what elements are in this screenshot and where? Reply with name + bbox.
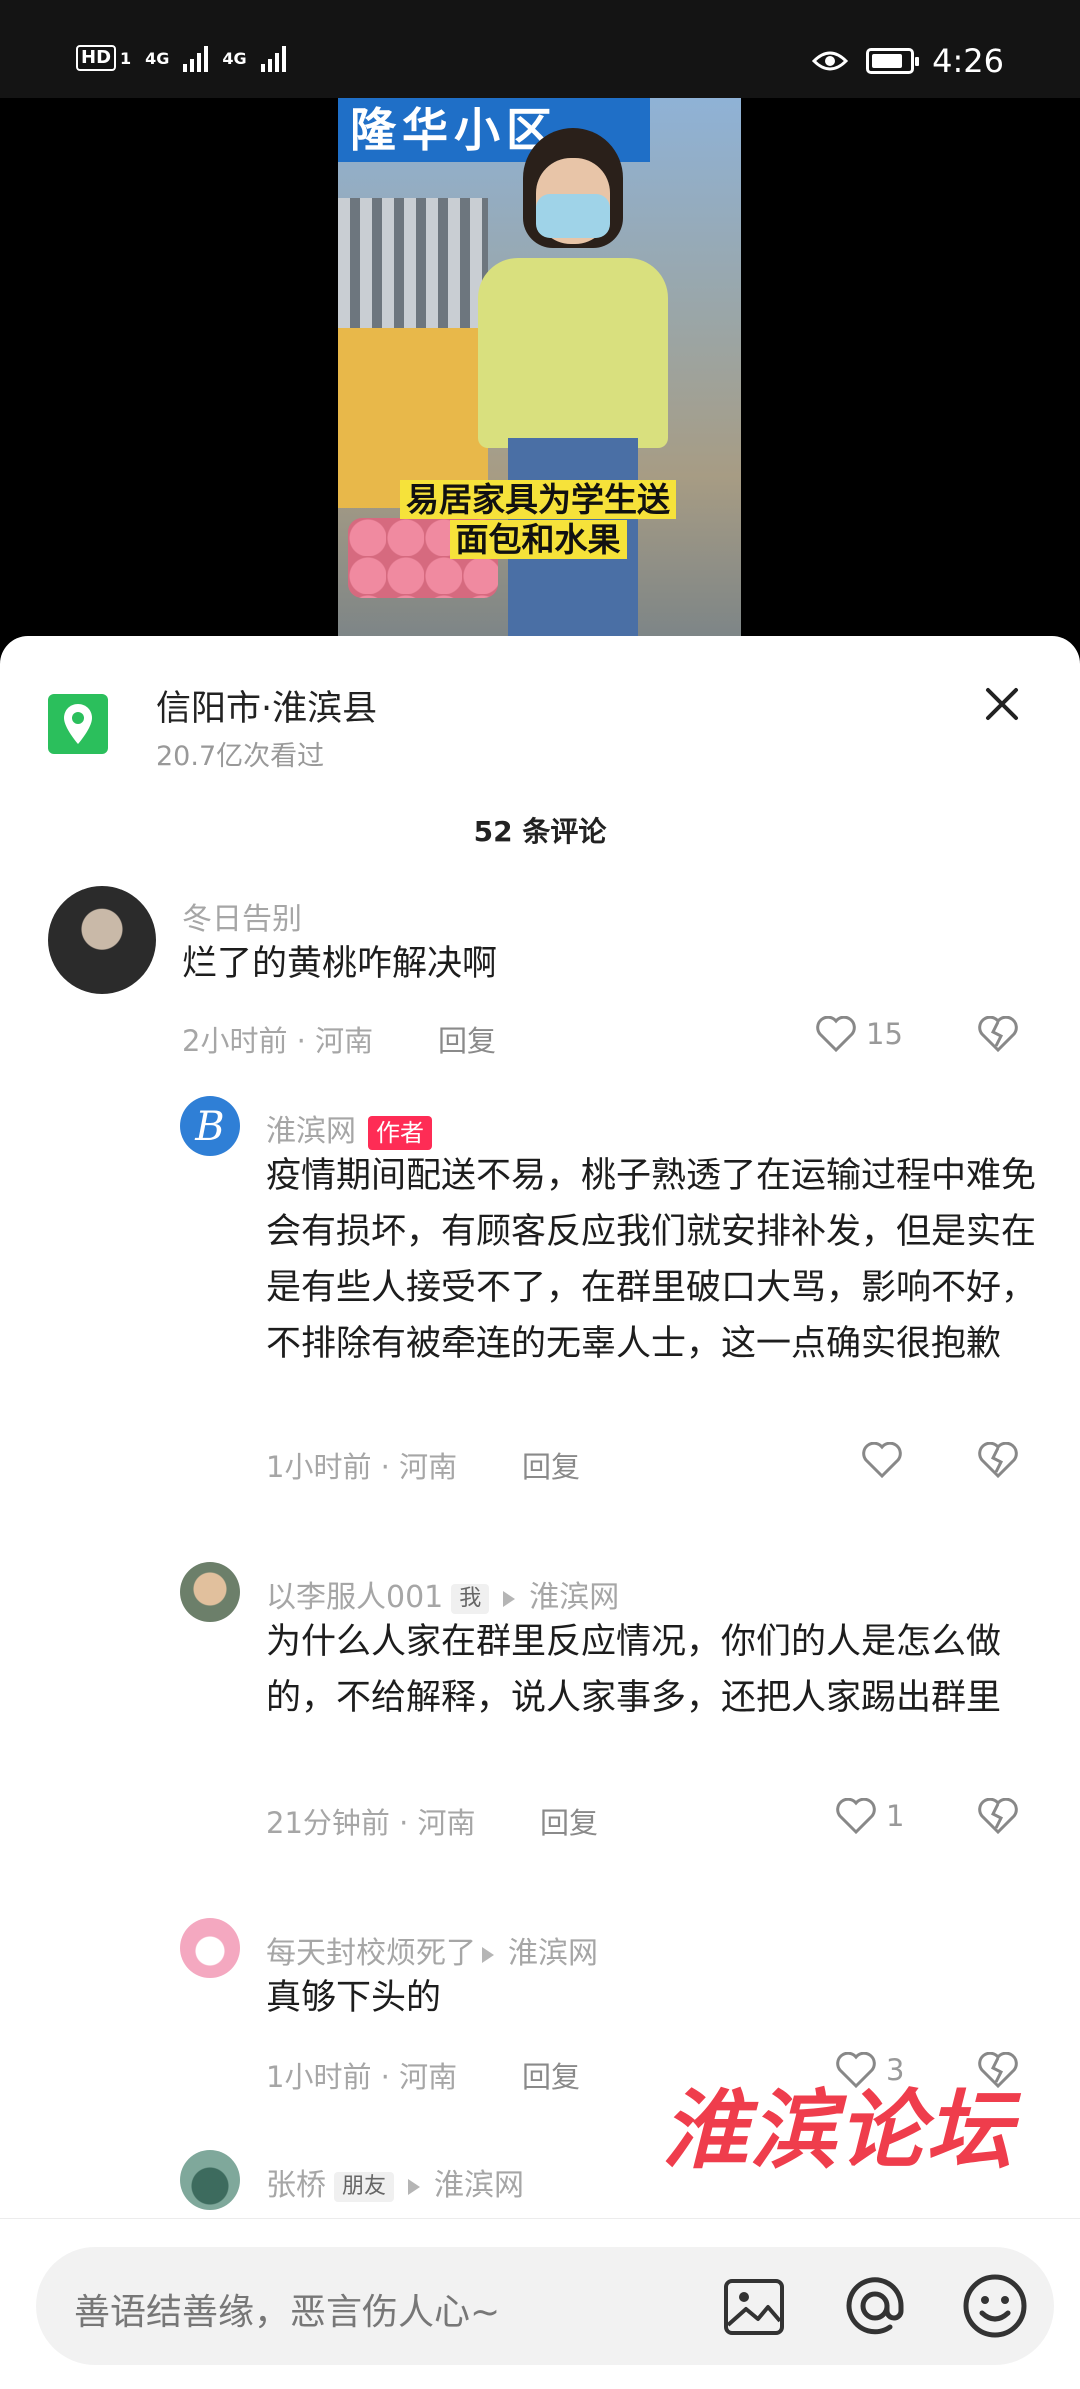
comment-input-bar: 善语结善缘，恶言伤人心~: [0, 2218, 1080, 2389]
avatar[interactable]: [48, 886, 156, 994]
comment-meta: 1小时前 · 河南: [266, 2060, 458, 2094]
heart-icon: [862, 1442, 902, 1478]
reply-arrow-icon: [503, 1590, 516, 1607]
comment-text: 真够下头的: [266, 1978, 442, 2018]
avatar[interactable]: [180, 1918, 240, 1978]
author-badge: 作者: [368, 1115, 432, 1150]
signal-icon-1: [183, 44, 209, 72]
status-bar: HD 1 4G 4G 4:26: [0, 0, 1080, 98]
network-type-1: 4G: [145, 48, 170, 68]
reply-to-name[interactable]: 淮滨网: [529, 1580, 619, 1615]
image-icon[interactable]: [722, 2277, 786, 2337]
comment-username[interactable]: 每天封校烦死了 淮滨网: [266, 1928, 598, 1972]
comment-item: B 淮滨网 作者 疫情期间配送不易，桃子熟透了在运输过程中难免会有损坏，有顾客反应…: [0, 1096, 1080, 1496]
eye-icon: [812, 51, 849, 71]
comment-text: 为什么人家在群里反应情况，你们的人是怎么做的，不给解释，说人家事多，还把人家踢出…: [266, 1622, 1002, 1718]
broken-heart-icon[interactable]: [978, 1798, 1018, 1834]
like-button[interactable]: [862, 1442, 902, 1478]
hd-indicator: HD: [76, 45, 117, 71]
video-caption-line2: 面包和水果: [449, 520, 627, 559]
close-icon[interactable]: [980, 682, 1024, 726]
comment-text: 烂了的黄桃咋解决啊: [182, 944, 498, 984]
comment-item: 每天封校烦死了 淮滨网 真够下头的 1小时前 · 河南 回复 3: [0, 1918, 1080, 2094]
broken-heart-icon[interactable]: [978, 1442, 1018, 1478]
like-button[interactable]: 15: [816, 1016, 903, 1052]
comment-item: 冬日告别 烂了的黄桃咋解决啊 2小时前 · 河南 回复 15: [0, 886, 1080, 1058]
location-pin-icon[interactable]: [48, 694, 108, 754]
reply-button[interactable]: 回复: [540, 1800, 598, 1842]
reply-button[interactable]: 回复: [522, 1444, 580, 1486]
signal-icon-2: [260, 44, 286, 72]
video-caption-line1: 易居家具为学生送: [400, 480, 676, 519]
like-button[interactable]: 1: [836, 1798, 904, 1834]
reply-button[interactable]: 回复: [438, 1018, 496, 1060]
comment-meta: 1小时前 · 河南: [266, 1450, 458, 1484]
video-person: [478, 128, 668, 638]
watermark: 淮滨论坛: [662, 2080, 1014, 2181]
avatar[interactable]: [180, 2150, 240, 2210]
location-title[interactable]: 信阳市·淮滨县: [156, 680, 377, 731]
location-views: 20.7亿次看过: [156, 741, 325, 772]
broken-heart-icon[interactable]: [978, 1016, 1018, 1052]
svg-text:B: B: [194, 1104, 224, 1150]
me-badge: 我: [451, 1583, 490, 1614]
sim-indicator: 1: [120, 48, 132, 68]
video-player[interactable]: 隆华小区 易居家具为学生送 面包和水果: [0, 98, 1080, 638]
video-caption: 易居家具为学生送 面包和水果: [398, 480, 678, 560]
friend-badge: 朋友: [334, 2171, 395, 2202]
reply-arrow-icon: [482, 1946, 494, 1963]
reply-arrow-icon: [408, 2178, 421, 2195]
avatar[interactable]: [180, 1562, 240, 1622]
battery-icon: [866, 48, 920, 74]
emoji-icon[interactable]: [962, 2273, 1028, 2339]
comment-username[interactable]: 张桥 朋友 淮滨网: [266, 2160, 524, 2204]
like-count: 15: [866, 1017, 903, 1051]
comment-item: 以李服人001 我 淮滨网 为什么人家在群里反应情况，你们的人是怎么做的，不给解释，…: [0, 1562, 1080, 1862]
comment-text: 疫情期间配送不易，桃子熟透了在运输过程中难免会有损坏，有顾客反应我们就安排补发，…: [266, 1156, 1037, 1364]
reply-to-name[interactable]: 淮滨网: [508, 1936, 598, 1971]
comment-username[interactable]: 以李服人001 我 淮滨网: [266, 1572, 619, 1616]
comment-username[interactable]: 淮滨网 作者: [266, 1106, 432, 1150]
comment-meta: 2小时前 · 河南: [182, 1024, 374, 1058]
reply-button[interactable]: 回复: [522, 2054, 580, 2096]
username-text[interactable]: 以李服人001: [266, 1580, 443, 1615]
username-text[interactable]: 张桥: [266, 2168, 326, 2203]
username-text[interactable]: 每天封校烦死了: [266, 1936, 476, 1971]
heart-icon: [836, 1798, 876, 1834]
comment-meta: 21分钟前 · 河南: [266, 1806, 476, 1840]
like-count: 1: [886, 1799, 905, 1833]
network-type-2: 4G: [222, 48, 247, 68]
heart-icon: [816, 1016, 856, 1052]
clock: 4:26: [932, 42, 1004, 80]
comment-input-placeholder: 善语结善缘，恶言伤人心~: [74, 2292, 501, 2333]
comment-username[interactable]: 冬日告别: [182, 894, 302, 938]
reply-to-name[interactable]: 淮滨网: [434, 2168, 524, 2203]
at-mention-icon[interactable]: [842, 2273, 908, 2339]
avatar[interactable]: B: [180, 1096, 240, 1156]
username-text[interactable]: 淮滨网: [266, 1114, 356, 1149]
video-frame: 隆华小区 易居家具为学生送 面包和水果: [338, 98, 741, 638]
comment-count: 52 条评论: [473, 815, 607, 848]
